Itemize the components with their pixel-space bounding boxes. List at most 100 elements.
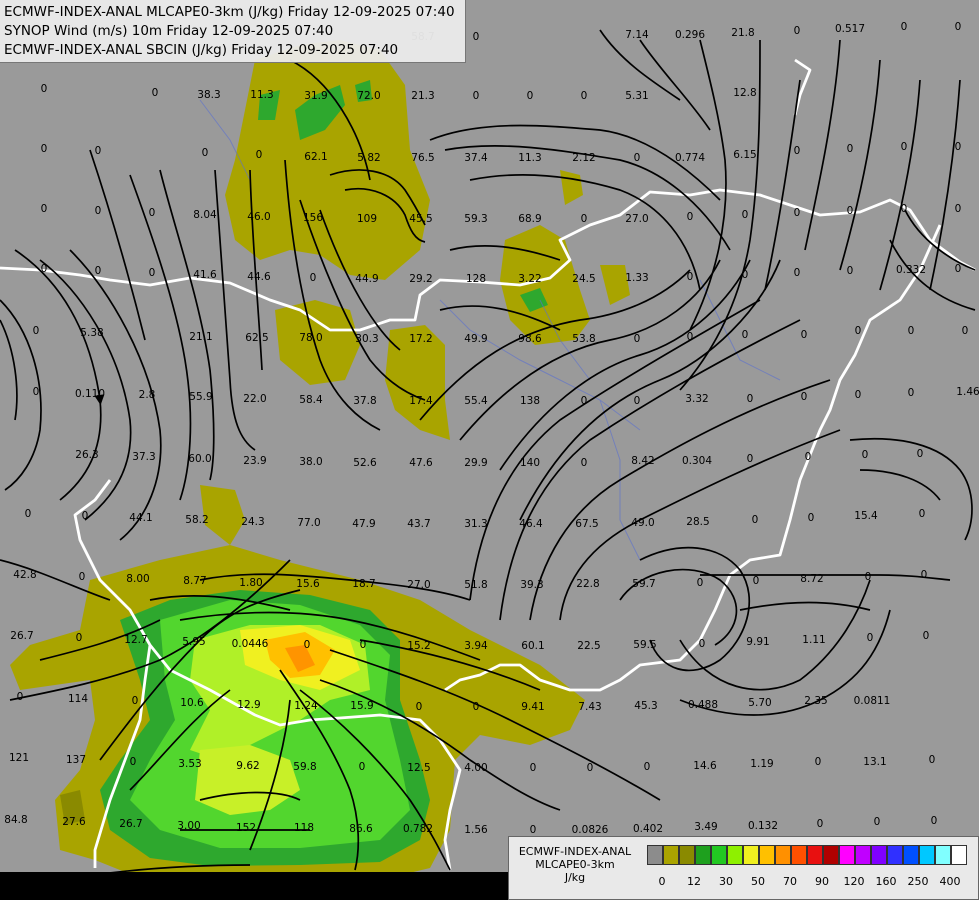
- cin-value: 38.3: [197, 89, 220, 101]
- cin-value: 0: [805, 451, 812, 463]
- cin-value: 0.517: [835, 23, 865, 35]
- cin-value: 44.6: [247, 271, 271, 283]
- cin-value: 55.9: [189, 391, 212, 403]
- cin-value: 38.0: [299, 456, 322, 468]
- cin-value: 31.9: [304, 90, 327, 102]
- legend-swatch: [807, 845, 823, 865]
- cin-value: 0: [855, 389, 862, 401]
- color-legend: ECMWF-INDEX-ANAL MLCAPE0-3km J/kg 0 12 30 5…: [508, 836, 979, 900]
- cin-value: 5.70: [748, 697, 771, 709]
- cin-value: 0: [25, 508, 32, 520]
- cin-value: 30.3: [355, 333, 378, 345]
- cin-value: 49.9: [464, 333, 487, 345]
- legend-swatch: [663, 845, 679, 865]
- cin-value: 2.12: [572, 152, 595, 164]
- legend-tick: 400: [939, 875, 961, 888]
- cin-value: 0: [919, 508, 926, 520]
- cin-value: 6.15: [733, 149, 756, 161]
- cin-value: 1.33: [625, 272, 648, 284]
- cin-value: 1.56: [464, 824, 488, 836]
- cin-value: 0: [530, 762, 537, 774]
- cin-value: 0: [917, 448, 924, 460]
- cin-value: 1.11: [802, 634, 825, 646]
- cin-value: 26.7: [10, 630, 33, 642]
- cin-value: 59.5: [633, 639, 656, 651]
- cin-value: 0.0826: [572, 824, 609, 836]
- cin-value: 0: [752, 514, 759, 526]
- cin-value: 138: [520, 395, 540, 407]
- cin-value: 67.5: [575, 518, 598, 530]
- cin-value: 24.3: [241, 516, 264, 528]
- cin-value: 0: [929, 754, 936, 766]
- cin-value: 60.1: [521, 640, 544, 652]
- cin-value: 26.7: [119, 818, 142, 830]
- cin-value: 8.42: [631, 455, 654, 467]
- cin-value: 0: [697, 577, 704, 589]
- cin-value: 156: [303, 212, 323, 224]
- legend-swatch: [855, 845, 871, 865]
- cin-value: 0: [847, 205, 854, 217]
- cin-value: 0.488: [688, 699, 718, 711]
- cin-value: 0: [742, 329, 749, 341]
- cin-value: 0: [862, 449, 869, 461]
- cin-value: 0.110: [75, 388, 105, 400]
- cin-value: 22.0: [243, 393, 266, 405]
- cin-value: 7.14: [625, 29, 649, 41]
- cin-value: 0: [931, 815, 938, 827]
- cin-value: 8.04: [193, 209, 217, 221]
- cin-value: 0: [634, 333, 641, 345]
- cin-value: 55.4: [464, 395, 488, 407]
- cin-value: 0.0811: [854, 695, 891, 707]
- cin-value: 0: [587, 762, 594, 774]
- cin-value: 0.402: [633, 823, 663, 835]
- legend-swatch: [743, 845, 759, 865]
- cin-value: 11.3: [518, 152, 541, 164]
- cin-value: 0: [634, 152, 641, 164]
- cin-value: 86.6: [349, 823, 373, 835]
- cin-value: 0: [955, 203, 962, 215]
- cin-value: 0: [687, 331, 694, 343]
- cin-value: 51.8: [464, 579, 487, 591]
- legend-swatch: [823, 845, 839, 865]
- cin-value: 0.774: [675, 152, 705, 164]
- legend-tick: 90: [815, 875, 829, 888]
- cin-value: 0: [527, 90, 534, 102]
- cin-value: 4.00: [464, 762, 487, 774]
- cin-value: 0: [581, 213, 588, 225]
- cin-value: 0: [901, 203, 908, 215]
- cin-value: 29.9: [464, 457, 487, 469]
- cin-value: 0.0446: [232, 638, 269, 650]
- cin-value: 47.6: [409, 457, 433, 469]
- cin-value: 1.19: [750, 758, 773, 770]
- cin-value: 45.3: [634, 700, 657, 712]
- cin-value: 3.49: [694, 821, 717, 833]
- legend-swatch: [679, 845, 695, 865]
- cin-value: 0: [202, 147, 209, 159]
- cin-value: 0: [923, 630, 930, 642]
- cin-value: 0: [41, 203, 48, 215]
- cin-value: 7.43: [578, 701, 601, 713]
- cin-value: 84.8: [4, 814, 27, 826]
- cin-value: 72.0: [357, 90, 380, 102]
- map-bottom-edge: [0, 872, 508, 900]
- legend-tick: 0: [658, 875, 666, 888]
- cin-value: 76.5: [411, 152, 434, 164]
- legend-swatch: [775, 845, 791, 865]
- cin-value: 152: [236, 822, 256, 834]
- cin-value: 0: [747, 453, 754, 465]
- cin-value: 0: [801, 391, 808, 403]
- cin-value: 0: [955, 21, 962, 33]
- cin-value: 1.80: [239, 577, 262, 589]
- cin-value: 0: [808, 512, 815, 524]
- cin-value: 46.0: [247, 211, 270, 223]
- cin-value: 41.6: [193, 269, 217, 281]
- cin-value: 3.22: [518, 273, 541, 285]
- cin-value: 13.1: [863, 756, 886, 768]
- cin-value: 21.8: [731, 27, 754, 39]
- cin-value: 12.5: [407, 762, 430, 774]
- legend-swatch: [903, 845, 919, 865]
- title-box: ECMWF-INDEX-ANAL MLCAPE0-3km (J/kg) Frid…: [0, 0, 466, 63]
- cin-value: 0: [817, 818, 824, 830]
- cin-value: 0: [847, 143, 854, 155]
- cin-value: 78.0: [299, 332, 322, 344]
